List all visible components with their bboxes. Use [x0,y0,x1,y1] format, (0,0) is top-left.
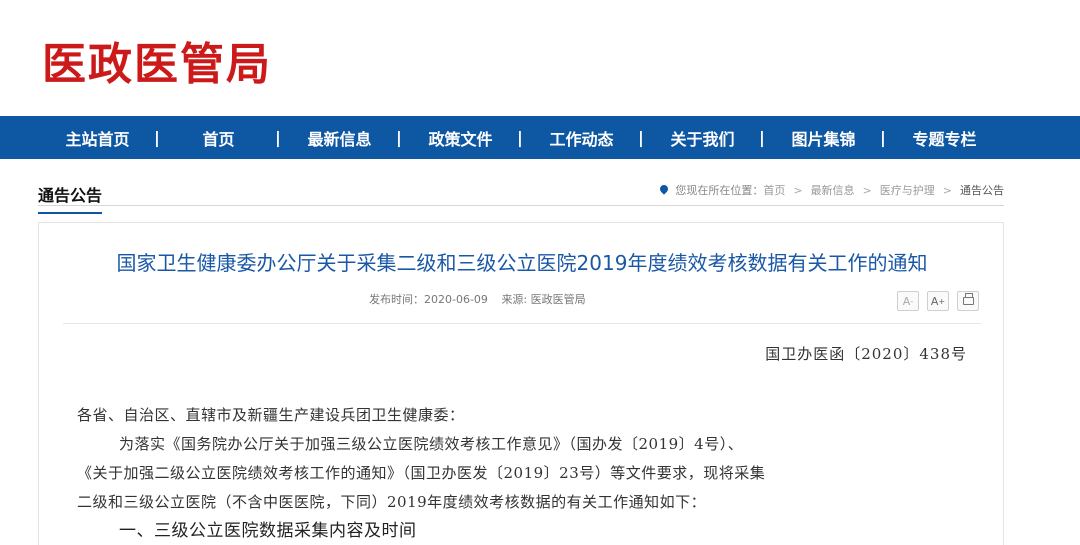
breadcrumb-latest[interactable]: 最新信息 [811,182,855,198]
article-body: 各省、自治区、直辖市及新疆生产建设兵团卫生健康委： 为落实《国务院办公厅关于加强… [77,401,971,545]
font-larger-glyph: A [930,294,939,308]
body-paragraph-line: 《关于加强二级公立医院绩效考核工作的通知》（国卫办医发〔2019〕23号）等文件… [77,464,766,482]
salutation: 各省、自治区、直辖市及新疆生产建设兵团卫生健康委： [77,406,465,424]
section-title: 通告公告 [38,182,103,214]
nav-item-topics[interactable]: 专题专栏 [884,126,1005,150]
document-number: 国卫办医函〔2020〕438号 [765,345,967,363]
article-divider [63,323,981,324]
nav-item-home[interactable]: 首页 [158,126,279,150]
article-title: 国家卫生健康委办公厅关于采集二级和三级公立医院2019年度绩效考核数据有关工作的… [116,251,928,275]
print-button[interactable] [957,291,979,311]
breadcrumb-medical-nursing[interactable]: 医疗与护理 [880,182,935,198]
font-larger-button[interactable]: A + [927,291,949,311]
site-logo[interactable]: 医政医管局 [42,28,272,92]
nav-item-about[interactable]: 关于我们 [642,126,763,150]
main-nav: 主站首页 | 首页 | 最新信息 | 政策文件 | 工作动态 | 关于我们 | … [0,116,1080,159]
article-source: 来源: 医政医管局 [501,293,586,306]
section-bar: 通告公告 您现在所在位置： 首页 > 最新信息 > 医疗与护理 > 通告公告 [38,174,1004,214]
nav-item-policy[interactable]: 政策文件 [400,126,521,150]
body-paragraph-line: 二级和三级公立医院（不含中医医院，下同）2019年度绩效考核数据的有关工作通知如… [77,493,707,511]
nav-item-latest[interactable]: 最新信息 [279,126,400,150]
breadcrumb-home[interactable]: 首页 [763,182,785,198]
publish-time: 发布时间：2020-06-09 [369,293,488,306]
font-smaller-button[interactable]: A- [897,291,919,311]
print-icon [962,293,974,305]
article-tools: A- A + [897,291,979,311]
site-header: 医政医管局 [0,0,1080,116]
font-smaller-glyph: A [902,294,911,308]
breadcrumb-separator: > [793,183,803,197]
article-panel: 国家卫生健康委办公厅关于采集二级和三级公立医院2019年度绩效考核数据有关工作的… [38,222,1004,545]
location-pin-icon [658,183,671,195]
nav-item-gallery[interactable]: 图片集锦 [763,126,884,150]
breadcrumb: 您现在所在位置： 首页 > 最新信息 > 医疗与护理 > 通告公告 [658,182,1004,198]
nav-item-main-home[interactable]: 主站首页 [37,126,158,150]
body-paragraph-line: 为落实《国务院办公厅关于加强三级公立医院绩效考核工作意见》（国办发〔2019〕4… [119,435,744,453]
section-heading: 一、三级公立医院数据采集内容及时间 [119,521,417,541]
breadcrumb-separator: > [942,183,952,197]
breadcrumb-separator: > [862,183,872,197]
article-meta: 发布时间：2020-06-09 来源: 医政医管局 [369,291,586,307]
nav-item-work-news[interactable]: 工作动态 [521,126,642,150]
breadcrumb-current: 通告公告 [960,184,1004,197]
breadcrumb-prefix: 您现在所在位置： [675,184,764,197]
